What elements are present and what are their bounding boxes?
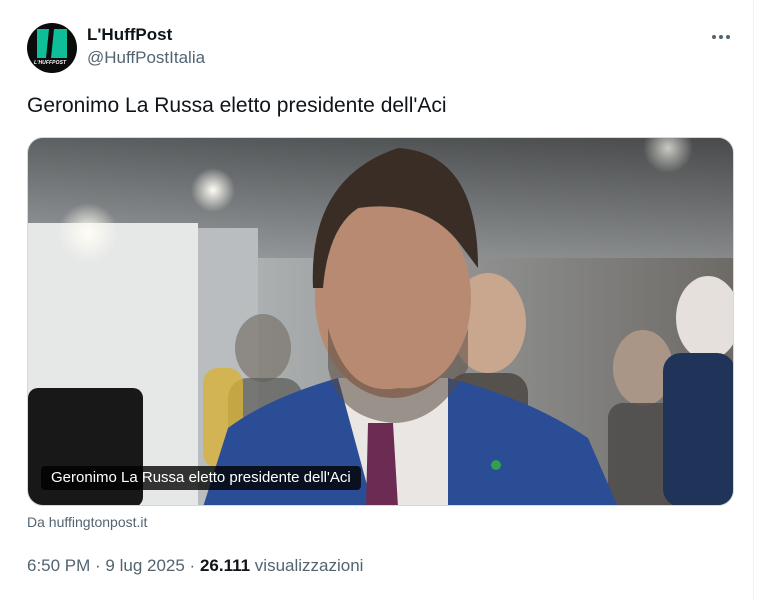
tweet-meta: 6:50 PM · 9 lug 2025 · 26.111 visualizza… <box>27 555 363 577</box>
card-caption: Geronimo La Russa eletto presidente dell… <box>41 466 361 490</box>
more-horizontal-icon <box>712 35 716 39</box>
views-count[interactable]: 26.111 <box>200 556 250 575</box>
author-display-name[interactable]: L'HuffPost <box>87 25 205 45</box>
avatar-logo-text: L'HUFFPOST <box>34 60 67 66</box>
card-source-link[interactable]: Da huffingtonpost.it <box>27 513 147 531</box>
avatar[interactable]: L'HUFFPOST <box>27 23 77 73</box>
tweet-header: L'HUFFPOST L'HuffPost @HuffPostItalia <box>27 23 733 75</box>
views-label: visualizzazioni <box>250 556 364 575</box>
tweet-time[interactable]: 6:50 PM <box>27 556 90 575</box>
more-options-button[interactable] <box>709 25 733 49</box>
meta-separator: · <box>90 556 106 575</box>
link-card[interactable]: Geronimo La Russa eletto presidente dell… <box>27 137 734 506</box>
card-photo <box>28 138 733 505</box>
tweet-date[interactable]: 9 lug 2025 <box>105 556 184 575</box>
timeline-border <box>753 0 754 600</box>
author-names: L'HuffPost @HuffPostItalia <box>87 25 205 69</box>
author-handle[interactable]: @HuffPostItalia <box>87 47 205 69</box>
tweet-text: Geronimo La Russa eletto presidente dell… <box>27 94 447 117</box>
meta-separator: · <box>184 556 200 575</box>
